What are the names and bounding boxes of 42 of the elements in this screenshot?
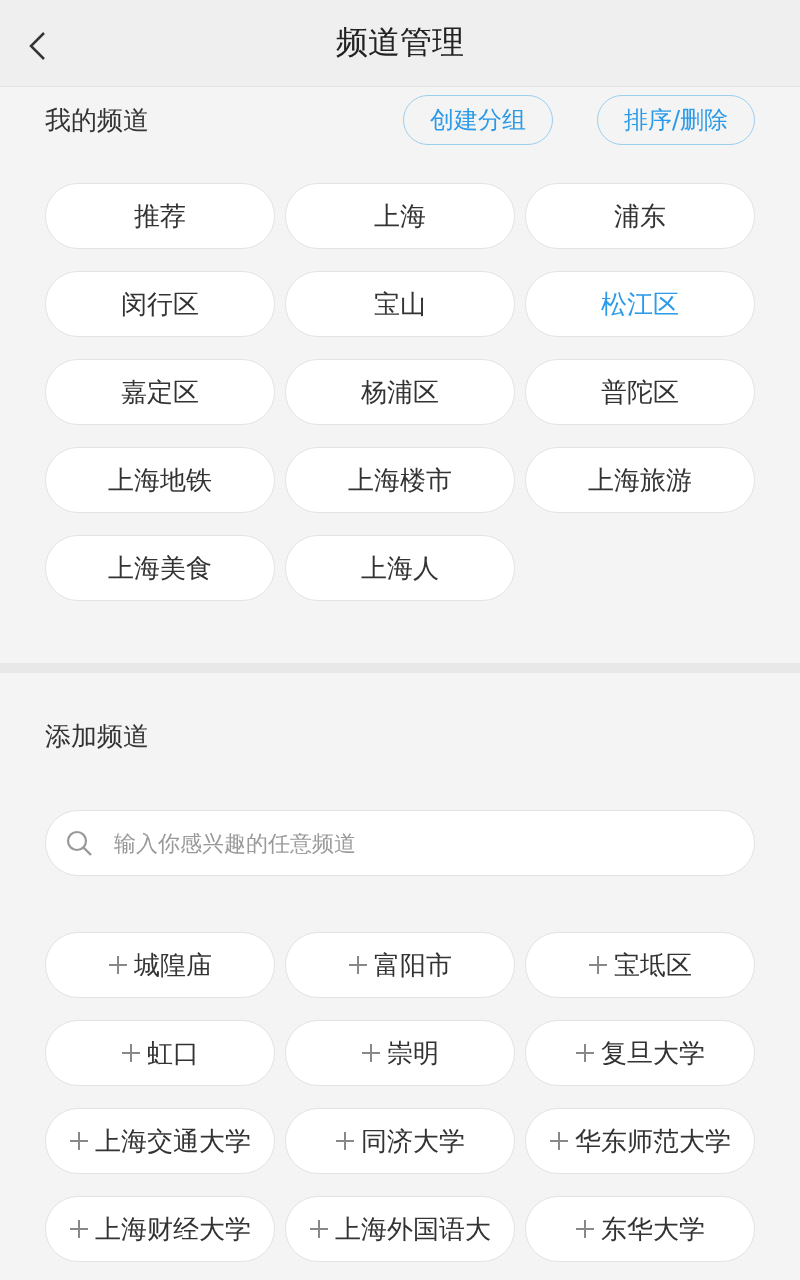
add-channel-chip[interactable]: 宝坻区	[525, 932, 755, 998]
plus-icon	[361, 1043, 381, 1063]
add-channel-chip[interactable]: 富阳市	[285, 932, 515, 998]
channel-chip[interactable]: 推荐	[45, 183, 275, 249]
plus-icon	[121, 1043, 141, 1063]
search-icon	[65, 829, 93, 857]
search-field[interactable]: 输入你感兴趣的任意频道	[45, 810, 755, 876]
channel-chip[interactable]: 上海人	[285, 535, 515, 601]
add-channel-chip[interactable]: 崇明	[285, 1020, 515, 1086]
add-channel-chip[interactable]: 上海交通大学	[45, 1108, 275, 1174]
add-channel-chip[interactable]: 华东师范大学	[525, 1108, 755, 1174]
channel-chip[interactable]: 杨浦区	[285, 359, 515, 425]
plus-icon	[575, 1219, 595, 1239]
plus-icon	[108, 955, 128, 975]
plus-icon	[309, 1219, 329, 1239]
plus-icon	[69, 1131, 89, 1151]
plus-icon	[69, 1219, 89, 1239]
channel-chip[interactable]: 上海楼市	[285, 447, 515, 513]
add-channel-chip[interactable]: 复旦大学	[525, 1020, 755, 1086]
channel-chip[interactable]: 嘉定区	[45, 359, 275, 425]
channel-chip[interactable]: 上海	[285, 183, 515, 249]
plus-icon	[575, 1043, 595, 1063]
page-title: 频道管理	[336, 22, 464, 63]
add-channel-chip[interactable]: 虹口	[45, 1020, 275, 1086]
channel-chip[interactable]: 上海旅游	[525, 447, 755, 513]
channel-chip[interactable]: 浦东	[525, 183, 755, 249]
section-title: 添加频道	[45, 720, 150, 753]
add-channel-chip[interactable]: 上海财经大学	[45, 1196, 275, 1262]
plus-icon	[549, 1131, 569, 1151]
channel-chip[interactable]: 上海美食	[45, 535, 275, 601]
channel-chip[interactable]: 宝山	[285, 271, 515, 337]
add-channel-chip[interactable]: 城隍庙	[45, 932, 275, 998]
add-channel-chip[interactable]: 同济大学	[285, 1108, 515, 1174]
channel-chip[interactable]: 上海地铁	[45, 447, 275, 513]
plus-icon	[588, 955, 608, 975]
add-channel-chip[interactable]: 上海外国语大	[285, 1196, 515, 1262]
section-title: 我的频道	[45, 103, 149, 137]
plus-icon	[335, 1131, 355, 1151]
add-channel-chip[interactable]: 东华大学	[525, 1196, 755, 1262]
channel-chip[interactable]: 普陀区	[525, 359, 755, 425]
plus-icon	[348, 955, 368, 975]
channel-chip[interactable]: 闵行区	[45, 271, 275, 337]
